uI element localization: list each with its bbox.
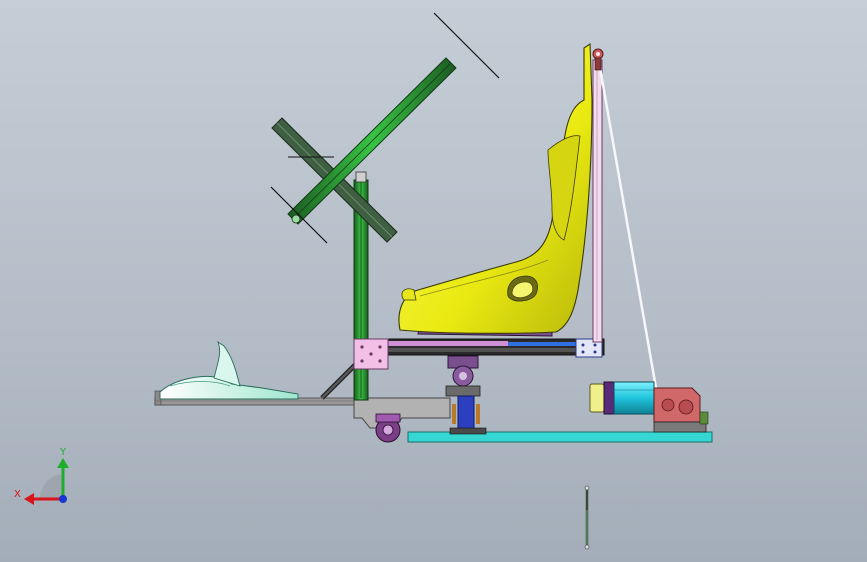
steering-column-extrusion[interactable] — [287, 57, 457, 225]
triad-plane-shade — [40, 474, 63, 499]
cad-viewport[interactable]: Y X — [0, 0, 867, 562]
gas-spring[interactable] — [584, 485, 590, 550]
z-axis-dot — [59, 495, 67, 503]
y-axis-arrowhead — [57, 458, 69, 468]
coordinate-triad: Y X — [14, 447, 69, 505]
caster-bracket[interactable] — [353, 397, 451, 429]
rear-upright-post[interactable] — [592, 59, 603, 343]
center-actuator[interactable] — [445, 355, 487, 435]
x-axis-arrowhead — [24, 493, 34, 505]
caster-wheel[interactable] — [375, 413, 401, 443]
diagonal-brace[interactable] — [320, 362, 358, 400]
gearbox[interactable] — [653, 387, 709, 433]
drive-cable[interactable] — [597, 61, 658, 389]
cad-scene[interactable]: Y X — [0, 0, 867, 562]
pedal-assembly[interactable] — [159, 340, 299, 400]
drive-motor[interactable] — [589, 381, 655, 415]
front-corner-plate[interactable] — [353, 338, 389, 370]
seat-base-rail[interactable] — [353, 338, 605, 356]
x-axis-label: X — [14, 489, 21, 500]
y-axis-label: Y — [59, 447, 67, 458]
